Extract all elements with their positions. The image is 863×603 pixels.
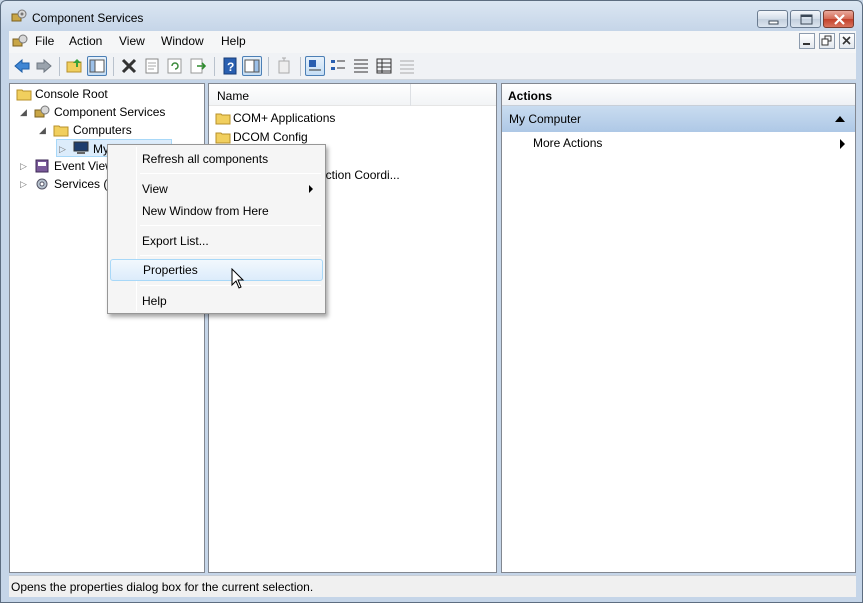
status-text: Opens the properties dialog box for the … <box>11 580 314 594</box>
refresh-icon[interactable] <box>165 56 185 76</box>
mdi-restore-button[interactable] <box>819 33 835 49</box>
component-services-icon <box>11 9 27 22</box>
tree-item-label: Component Services <box>54 105 166 119</box>
menu-file[interactable]: File <box>35 34 54 48</box>
menu-item-refresh-all[interactable]: Refresh all components <box>110 148 323 170</box>
folder-icon <box>215 113 231 125</box>
actions-group-label: My Computer <box>509 112 582 126</box>
collapsed-triangle-icon[interactable]: ▷ <box>20 175 27 193</box>
computer-icon <box>73 141 89 154</box>
mouse-pointer-icon <box>231 268 245 289</box>
title-bar[interactable]: Component Services <box>1 1 862 31</box>
component-services-icon <box>34 105 50 118</box>
submenu-arrow-icon <box>840 139 845 149</box>
new-item-icon[interactable] <box>274 56 294 76</box>
window-title: Component Services <box>32 11 144 25</box>
toolbar-separator <box>268 57 269 76</box>
menu-item-label: New Window from Here <box>142 204 269 218</box>
menu-window[interactable]: Window <box>161 34 204 48</box>
column-header-name[interactable]: Name <box>217 89 249 103</box>
menu-item-label: View <box>142 182 168 196</box>
menu-item-export-list[interactable]: Export List... <box>110 230 323 252</box>
toolbar-separator <box>113 57 114 76</box>
details-view-icon[interactable] <box>374 56 394 76</box>
menu-item-label: Refresh all components <box>142 152 269 166</box>
menu-item-properties[interactable]: Properties <box>110 259 323 281</box>
menu-help[interactable]: Help <box>221 34 246 48</box>
show-hide-action-pane-icon[interactable] <box>242 56 262 76</box>
tree-item-label: Computers <box>73 123 132 137</box>
toolbar-separator <box>214 57 215 76</box>
collapsed-triangle-icon[interactable]: ▷ <box>59 140 66 158</box>
filter-view-icon[interactable] <box>397 56 417 76</box>
list-item-label: action Coordi... <box>319 168 400 182</box>
mdi-minimize-button[interactable] <box>799 33 815 49</box>
menu-item-help[interactable]: Help <box>110 290 323 312</box>
collapsed-triangle-icon[interactable]: ▷ <box>20 157 27 175</box>
list-view-icon[interactable] <box>351 56 371 76</box>
actions-pane: Actions My Computer More Actions <box>501 83 856 573</box>
export-list-icon[interactable] <box>188 56 208 76</box>
svg-text:?: ? <box>227 60 234 74</box>
column-divider[interactable] <box>410 84 411 106</box>
menu-separator <box>140 225 321 226</box>
expanded-triangle-icon[interactable]: ◢ <box>20 103 27 121</box>
back-arrow-icon[interactable] <box>12 56 32 76</box>
menu-item-view[interactable]: View <box>110 178 323 200</box>
folder-icon <box>215 132 231 144</box>
help-icon[interactable]: ? <box>220 56 240 76</box>
mdi-close-button[interactable] <box>839 33 855 49</box>
maximize-button[interactable] <box>790 10 821 28</box>
properties-sheet-icon[interactable] <box>142 56 162 76</box>
status-bar: Opens the properties dialog box for the … <box>9 575 856 597</box>
folder-icon <box>16 89 32 101</box>
menu-separator <box>140 255 321 256</box>
context-menu: Refresh all components View New Window f… <box>107 144 326 314</box>
menu-gutter <box>136 147 137 311</box>
menu-action[interactable]: Action <box>69 34 102 48</box>
menu-separator <box>140 173 321 174</box>
up-folder-icon[interactable] <box>65 56 85 76</box>
menu-bar: File Action View Window Help <box>9 31 856 53</box>
submenu-arrow-icon <box>309 185 313 193</box>
show-hide-tree-icon[interactable] <box>87 56 107 76</box>
minimize-button[interactable] <box>757 10 788 28</box>
actions-title: Actions <box>502 84 855 106</box>
small-icons-view-icon[interactable] <box>328 56 348 76</box>
services-gear-icon <box>36 178 48 190</box>
collapse-up-icon[interactable] <box>835 116 845 122</box>
menu-view[interactable]: View <box>119 34 145 48</box>
component-services-icon[interactable] <box>12 34 28 48</box>
tree-item-label: Event View <box>54 159 114 173</box>
toolbar-separator <box>300 57 301 76</box>
more-actions-link[interactable]: More Actions <box>533 136 602 150</box>
menu-item-label: Help <box>142 294 167 308</box>
menu-item-new-window[interactable]: New Window from Here <box>110 200 323 222</box>
tree-item-label: Services (L <box>54 177 115 191</box>
column-header-bar: Name <box>209 84 496 106</box>
folder-icon <box>53 125 69 137</box>
expanded-triangle-icon[interactable]: ◢ <box>39 121 46 139</box>
menu-item-label: Export List... <box>142 234 209 248</box>
delete-icon[interactable] <box>119 56 139 76</box>
large-icons-view-icon[interactable] <box>305 56 325 76</box>
close-button[interactable] <box>823 10 854 28</box>
forward-arrow-icon[interactable] <box>34 56 54 76</box>
actions-group-header[interactable]: My Computer <box>502 106 855 132</box>
list-item-label: COM+ Applications <box>233 111 336 125</box>
event-viewer-icon <box>35 159 49 173</box>
menu-item-label: Properties <box>143 263 198 277</box>
tree-item-label: Console Root <box>35 87 108 101</box>
main-window: Component Services File Action View Wind… <box>0 0 863 603</box>
toolbar: ? <box>9 53 856 80</box>
toolbar-separator <box>59 57 60 76</box>
